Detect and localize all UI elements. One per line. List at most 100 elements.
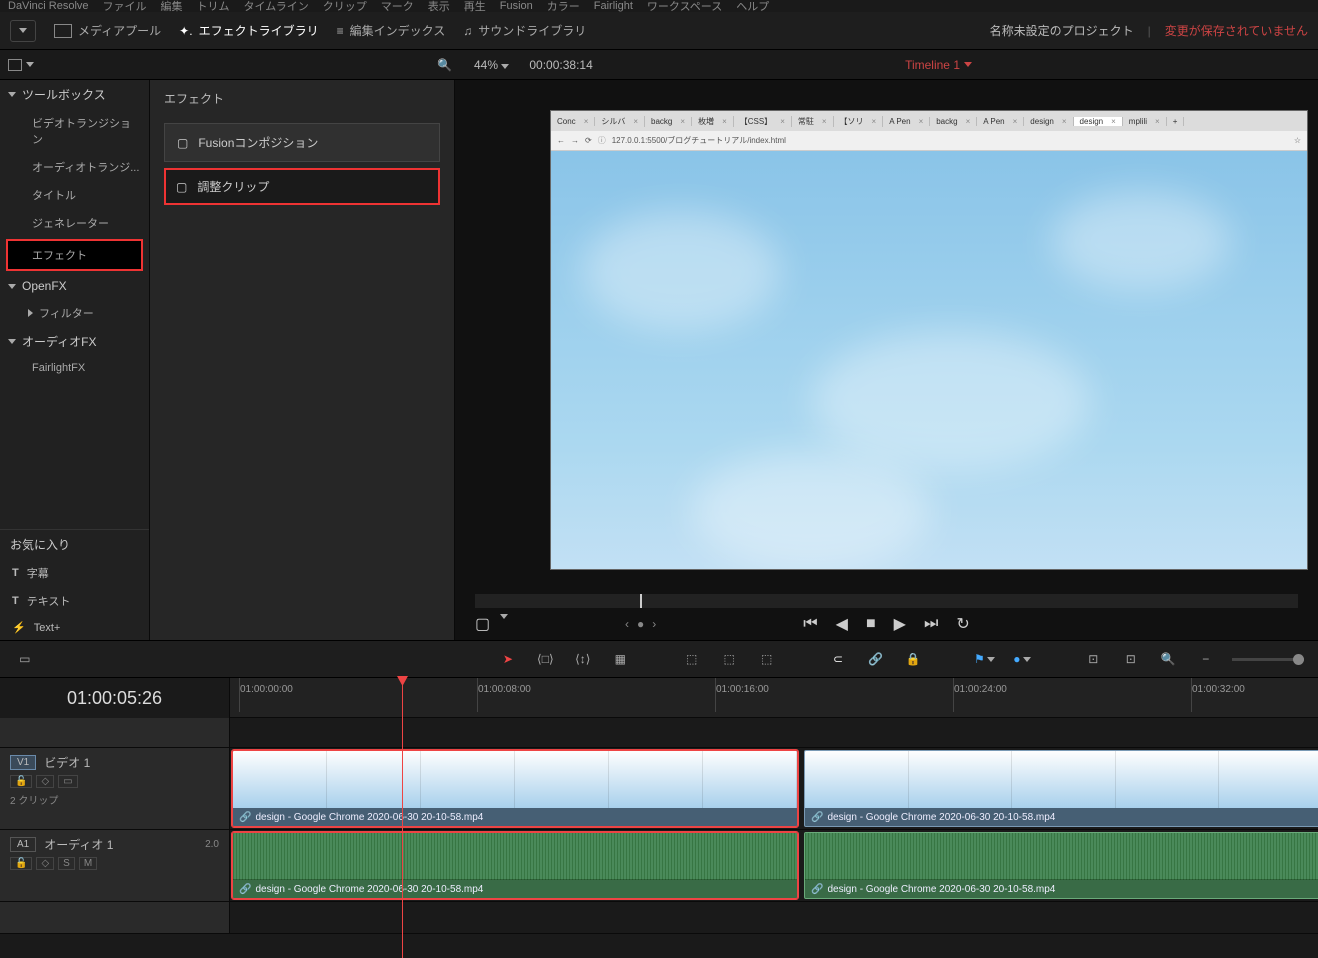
zoom-slider[interactable]: [1232, 658, 1304, 661]
video-clip[interactable]: 🔗design - Google Chrome 2020-06-30 20-10…: [232, 750, 798, 827]
sidebar-titles[interactable]: タイトル: [0, 181, 149, 209]
sidebar-effects[interactable]: エフェクト: [6, 239, 143, 271]
openfx-section[interactable]: OpenFX: [0, 273, 149, 299]
favorites-section: お気に入り: [0, 530, 149, 559]
menu-file[interactable]: ファイル: [103, 0, 147, 14]
zoom-out-icon[interactable]: −: [1195, 649, 1216, 669]
link-icon[interactable]: 🔗: [865, 649, 886, 669]
sidebar-fairlightfx[interactable]: FairlightFX: [0, 356, 149, 380]
forward-icon: →: [571, 136, 579, 145]
menu-mark[interactable]: マーク: [381, 0, 414, 14]
edit-index-toggle[interactable]: ≡ 編集インデックス: [337, 22, 446, 39]
menu-color[interactable]: カラー: [547, 0, 580, 14]
audio-clip[interactable]: 🔗design - Google Chrome 2020-06-30 20-10…: [232, 832, 798, 899]
viewer-scrubber[interactable]: [475, 594, 1298, 608]
menu-app[interactable]: DaVinci Resolve: [8, 0, 89, 12]
blade-tool[interactable]: ▦: [610, 649, 631, 669]
replace-clip-icon[interactable]: ⬚: [756, 649, 777, 669]
lock-icon[interactable]: 🔒: [902, 649, 923, 669]
next-dot-icon[interactable]: ›: [652, 617, 656, 631]
mute-button[interactable]: M: [79, 857, 97, 870]
stop-button[interactable]: ■: [866, 615, 876, 633]
composition-icon: ▢: [177, 136, 188, 150]
media-pool-label: メディアプール: [78, 22, 161, 39]
menu-fusion[interactable]: Fusion: [500, 0, 533, 12]
toggle-track-icon[interactable]: ◇: [36, 857, 54, 870]
menu-clip[interactable]: クリップ: [323, 0, 367, 14]
prev-dot-icon[interactable]: ‹: [625, 617, 629, 631]
video-track-id[interactable]: V1: [10, 755, 36, 770]
insert-clip-icon[interactable]: ⬚: [681, 649, 702, 669]
audio-track-header[interactable]: A1 オーディオ 1 2.0 🔓 ◇ S M: [0, 830, 230, 901]
video-clip[interactable]: 🔗design - Google Chrome 2020-06-30 20-10…: [804, 750, 1318, 827]
audio-track[interactable]: 🔗design - Google Chrome 2020-06-30 20-10…: [230, 830, 1318, 901]
menu-fairlight[interactable]: Fairlight: [594, 0, 633, 12]
viewer-timecode[interactable]: 00:00:38:14: [529, 58, 592, 72]
effect-adjustment-clip[interactable]: ▢ 調整クリップ: [164, 168, 440, 205]
zoom-detail-icon[interactable]: ⊡: [1120, 649, 1141, 669]
video-track-header[interactable]: V1 ビデオ 1 🔓 ◇ ▭ 2 クリップ: [0, 748, 230, 829]
menu-trim[interactable]: トリム: [197, 0, 230, 14]
video-track[interactable]: 🔗design - Google Chrome 2020-06-30 20-10…: [230, 748, 1318, 829]
browser-tab: 【ソリ×: [834, 116, 884, 127]
audiofx-section[interactable]: オーディオFX: [0, 327, 149, 356]
menu-timeline[interactable]: タイムライン: [244, 0, 309, 14]
toolbox-section[interactable]: ツールボックス: [0, 80, 149, 109]
toggle-track-icon[interactable]: ◇: [36, 775, 54, 788]
trim-tool[interactable]: ⟨□⟩: [535, 649, 556, 669]
timeline-timecode[interactable]: 01:00:05:26: [0, 678, 230, 718]
crop-dropdown[interactable]: [500, 614, 508, 619]
sidebar-video-transitions[interactable]: ビデオトランジション: [0, 109, 149, 153]
selection-tool[interactable]: ➤: [497, 649, 518, 669]
first-frame-button[interactable]: ⏮: [803, 615, 817, 633]
menu-help[interactable]: ヘルプ: [736, 0, 769, 14]
favorite-textplus[interactable]: ⚡Text+: [0, 615, 149, 640]
playhead[interactable]: [402, 678, 403, 958]
flag-icon[interactable]: ⚑: [974, 649, 995, 669]
browser-tab: A Pen×: [883, 117, 930, 126]
sub-toolbar: 🔍 44% 00:00:38:14 Timeline 1: [0, 50, 1318, 80]
zoom-level[interactable]: 44%: [474, 58, 509, 72]
timeline-options-icon[interactable]: ▭: [14, 649, 35, 669]
overwrite-clip-icon[interactable]: ⬚: [718, 649, 739, 669]
snap-icon[interactable]: ⊂: [827, 649, 848, 669]
prev-frame-button[interactable]: ◀: [836, 614, 848, 634]
media-pool-toggle[interactable]: メディアプール: [54, 22, 161, 39]
sidebar-generators[interactable]: ジェネレーター: [0, 209, 149, 237]
timeline-ruler[interactable]: 01:00:00:00 01:00:08:00 01:00:16:00 01:0…: [230, 678, 1318, 718]
audio-track-id[interactable]: A1: [10, 837, 36, 852]
audio-clip[interactable]: 🔗design - Google Chrome 2020-06-30 20-10…: [804, 832, 1318, 899]
dynamic-trim-tool[interactable]: ⟨↕⟩: [572, 649, 593, 669]
menu-playback[interactable]: 再生: [464, 0, 486, 14]
panel-layout-icon[interactable]: [8, 59, 34, 71]
menu-edit[interactable]: 編集: [161, 0, 183, 14]
effects-library-label: エフェクトライブラリ: [199, 22, 319, 39]
lock-track-icon[interactable]: 🔓: [10, 857, 32, 870]
menu-view[interactable]: 表示: [428, 0, 450, 14]
search-icon[interactable]: 🔍: [437, 58, 452, 72]
track-display-icon[interactable]: ▭: [58, 775, 77, 788]
favorite-text[interactable]: Tテキスト: [0, 587, 149, 615]
timeline-selector[interactable]: Timeline 1: [905, 58, 972, 72]
favorite-subtitle[interactable]: T字幕: [0, 559, 149, 587]
effects-library-toggle[interactable]: ✦. エフェクトライブラリ: [179, 22, 318, 39]
next-frame-button[interactable]: ⏭: [924, 615, 938, 633]
solo-button[interactable]: S: [58, 857, 75, 870]
ruler-tick: 01:00:08:00: [478, 684, 531, 695]
effects-panel-title: エフェクト: [150, 80, 454, 117]
layout-dropdown[interactable]: [10, 20, 36, 42]
sound-library-toggle[interactable]: ♫ サウンドライブラリ: [463, 22, 586, 39]
effect-fusion-composition[interactable]: ▢ Fusionコンポジション: [164, 123, 440, 162]
reload-icon: ⟳: [585, 136, 592, 145]
zoom-custom-icon[interactable]: 🔍: [1158, 649, 1179, 669]
lock-track-icon[interactable]: 🔓: [10, 775, 32, 788]
ruler-tick: 01:00:00:00: [240, 684, 293, 695]
loop-button[interactable]: ↻: [956, 614, 969, 634]
play-button[interactable]: ▶: [894, 614, 906, 634]
zoom-full-icon[interactable]: ⊡: [1083, 649, 1104, 669]
menu-workspace[interactable]: ワークスペース: [647, 0, 722, 14]
marker-icon[interactable]: ●: [1011, 649, 1032, 669]
sidebar-audio-transitions[interactable]: オーディオトランジ...: [0, 153, 149, 181]
crop-icon[interactable]: ▢: [475, 614, 490, 634]
sidebar-filters[interactable]: フィルター: [0, 299, 149, 327]
